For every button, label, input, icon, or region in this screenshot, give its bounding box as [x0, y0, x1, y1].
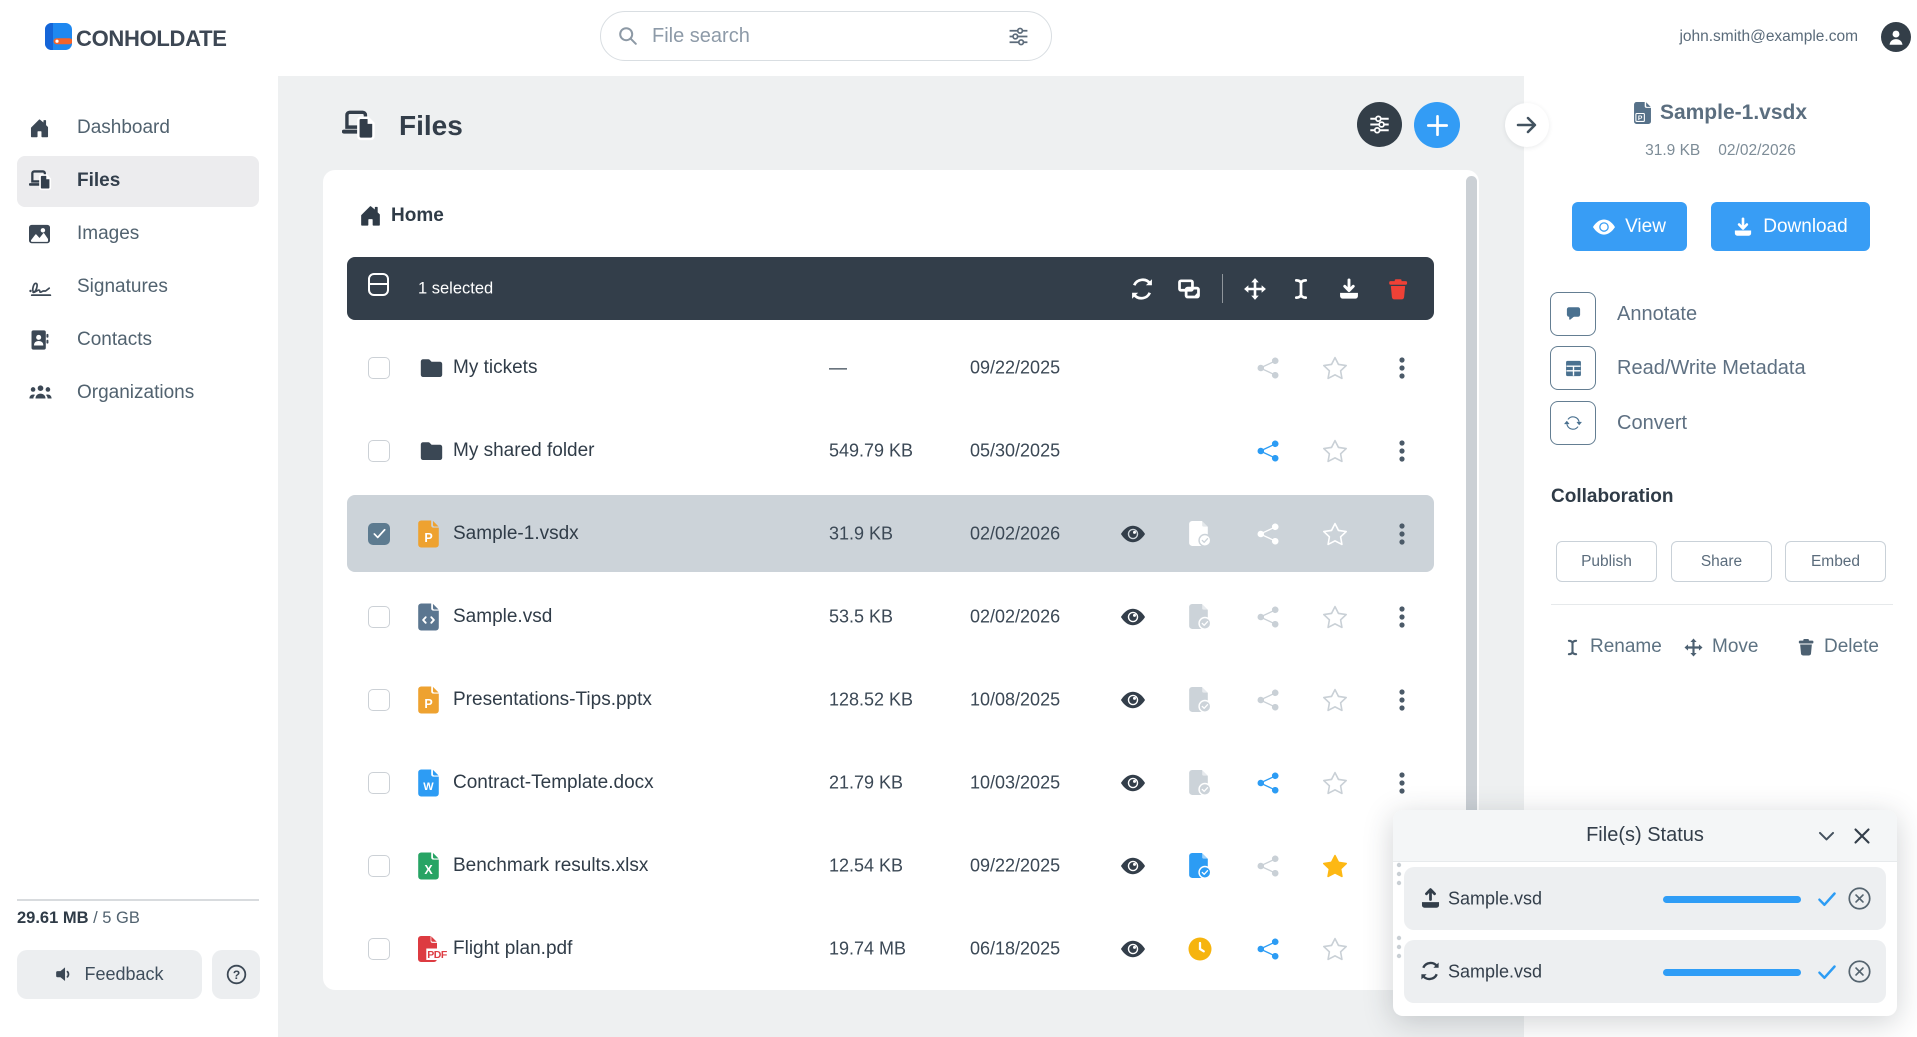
svg-text:P: P: [1638, 115, 1643, 122]
svg-text:PDF: PDF: [427, 948, 448, 960]
